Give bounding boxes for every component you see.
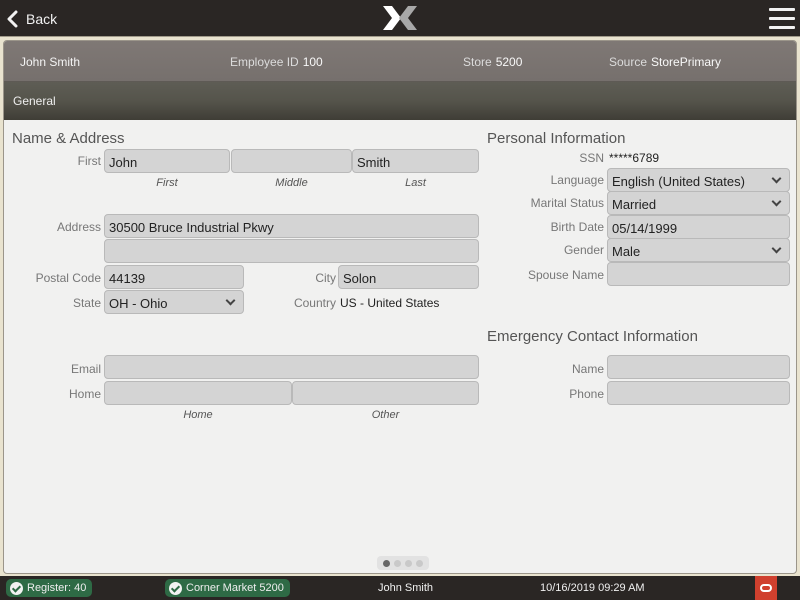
emergency-phone-input[interactable] [607,381,790,405]
emergency-contact-title: Emergency Contact Information [487,328,698,345]
page-indicator [377,556,429,570]
store-value: 5200 [495,55,523,69]
name-address-title: Name & Address [12,130,125,147]
emergency-phone-label: Phone [569,387,604,401]
country-value: US - United States [340,296,440,310]
home-sublabel: Home [183,409,213,421]
source-label: Source [609,55,648,69]
oracle-icon [760,584,772,592]
birth-date-input[interactable]: 05/14/1999 [607,215,790,239]
page-dot[interactable] [383,559,390,567]
postal-code-input[interactable]: 44139 [104,265,244,289]
marital-status-label: Marital Status [530,196,604,210]
gender-select[interactable]: Male [607,238,790,262]
language-select[interactable]: English (United States) [607,168,790,192]
language-label: Language [550,173,604,187]
ssn-label: SSN [579,151,604,165]
first-sublabel: First [156,177,178,189]
last-sublabel: Last [405,177,426,189]
date-time: 10/16/2019 09:29 AM [540,582,645,594]
employee-name: John Smith [20,55,81,69]
birth-date-label: Birth Date [550,220,604,234]
address-line1-input[interactable]: 30500 Bruce Industrial Pkwy [104,214,479,238]
employee-panel: John Smith Employee ID 100 Store 5200 Sour… [3,40,797,574]
form-content: Name & Address First John Smith First Mi… [4,121,796,573]
store-label: Corner Market 5200 [186,582,284,594]
first-name-input[interactable]: John [104,149,230,173]
city-label: City [315,271,336,285]
state-select[interactable]: OH - Ohio [104,290,244,314]
store: Store 5200 [463,55,522,69]
address-line2-input[interactable] [104,239,479,263]
employee-id: Employee ID 100 [230,55,323,69]
register-label: Register: 40 [27,582,87,594]
back-button[interactable]: Back [6,7,57,31]
current-user: John Smith [378,582,434,594]
city-input[interactable]: Solon [338,265,479,289]
employee-id-value: 100 [302,55,323,69]
store-label: Store [463,55,492,69]
postal-code-label: Postal Code [35,271,101,285]
state-label: State [72,296,101,310]
chevron-left-icon [7,10,18,28]
page-dot[interactable] [405,559,412,567]
page-dot[interactable] [416,559,423,567]
marital-status-select[interactable]: Married [607,191,790,215]
phone-home-label: Home [68,387,101,401]
country-label: Country [293,296,336,310]
back-label: Back [26,11,58,27]
last-name-input[interactable]: Smith [352,149,479,173]
employee-header: John Smith Employee ID 100 Store 5200 Sour… [4,41,796,82]
top-bar: Back [0,0,800,37]
personal-info-title: Personal Information [487,130,626,147]
register-status-badge[interactable]: Register: 40 [6,579,93,597]
status-bar: Register: 40 Corner Market 5200 John Smi… [0,576,800,600]
check-circle-icon [169,581,182,595]
emergency-name-label: Name [571,362,604,376]
first-name-label: First [77,154,101,168]
ssn-value: *****6789 [609,151,660,165]
x-logo-icon [383,6,417,30]
emergency-name-input[interactable] [607,355,790,379]
check-circle-icon [10,581,23,595]
hamburger-menu-icon[interactable] [769,8,795,30]
email-label: Email [70,362,101,376]
spouse-name-input[interactable] [607,262,790,286]
other-phone-input[interactable] [292,381,479,405]
source-value: StorePrimary [651,55,722,69]
store-status-badge[interactable]: Corner Market 5200 [165,579,290,597]
gender-label: Gender [563,243,604,257]
other-sublabel: Other [371,409,400,421]
middle-name-input[interactable] [231,149,352,173]
employee-id-label: Employee ID [230,55,299,69]
page-dot[interactable] [394,559,401,567]
section-title: General [4,82,796,120]
oracle-logo-button[interactable] [755,576,777,600]
source: Source StorePrimary [609,55,721,69]
spouse-name-label: Spouse Name [527,268,604,282]
middle-sublabel: Middle [275,177,308,189]
home-phone-input[interactable] [104,381,292,405]
address-label: Address [56,220,101,234]
email-input[interactable] [104,355,479,379]
